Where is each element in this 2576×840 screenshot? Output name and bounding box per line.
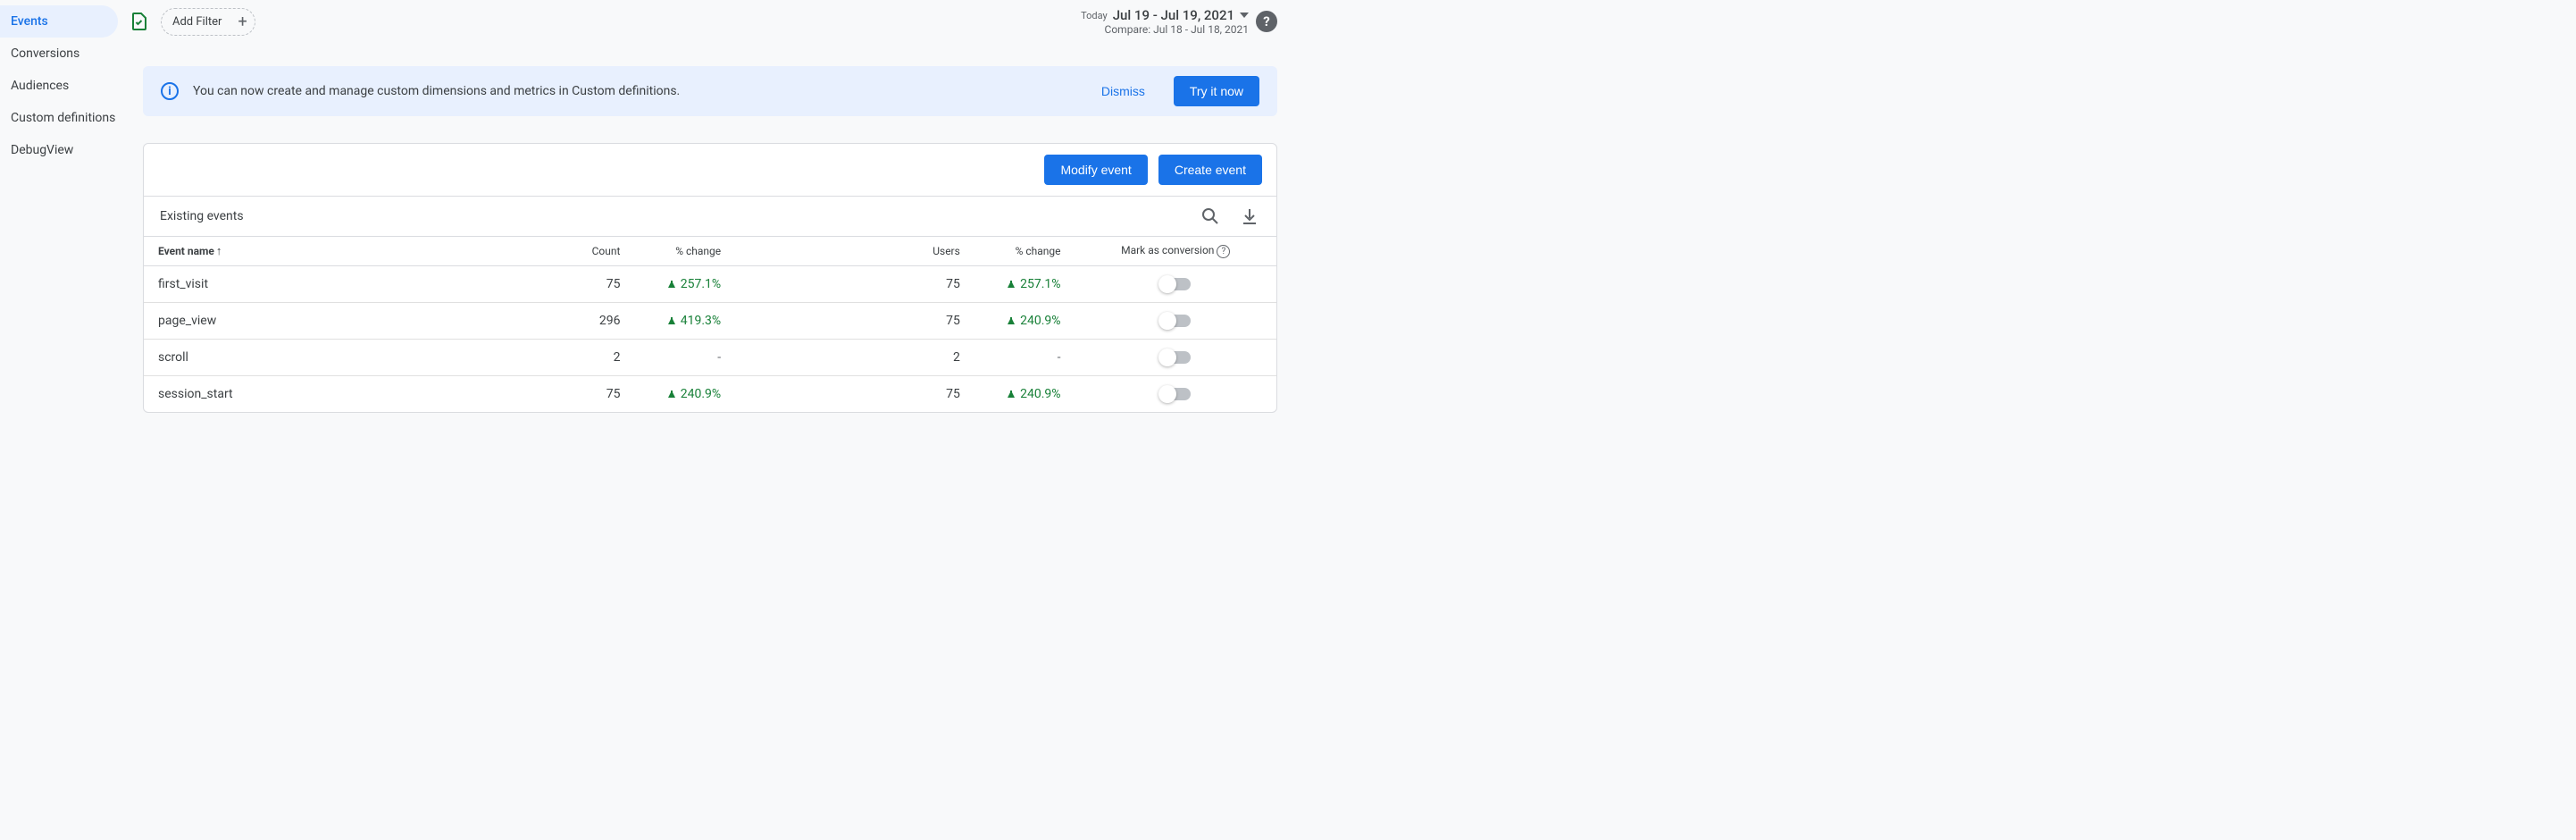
arrow-up-icon: [1008, 281, 1015, 288]
arrow-up-icon: [1008, 391, 1015, 398]
cell-users: 2: [886, 340, 974, 376]
create-event-button[interactable]: Create event: [1158, 155, 1262, 185]
banner-text: You can now create and manage custom dim…: [193, 84, 680, 98]
download-icon[interactable]: [1239, 206, 1260, 227]
add-filter-label: Add Filter: [172, 15, 222, 29]
cell-event-name: session_start: [144, 376, 547, 413]
conversion-toggle[interactable]: [1160, 278, 1191, 290]
add-filter-button[interactable]: Add Filter +: [161, 8, 255, 36]
cell-users: 75: [886, 303, 974, 340]
change-up: 240.9%: [1008, 314, 1060, 328]
report-check-icon[interactable]: [129, 11, 150, 32]
sidebar-item-events[interactable]: Events: [0, 5, 118, 38]
topbar: Add Filter + Today Jul 19 - Jul 19, 2021…: [125, 0, 1288, 43]
info-banner: i You can now create and manage custom d…: [143, 66, 1277, 116]
change-dash: -: [717, 350, 721, 365]
table-body: first_visit75257.1%75257.1%page_view2964…: [144, 266, 1276, 413]
cell-count: 296: [547, 303, 635, 340]
cell-event-name: scroll: [144, 340, 547, 376]
cell-users-change: 257.1%: [974, 266, 1075, 303]
sidebar-item-conversions[interactable]: Conversions: [0, 38, 118, 70]
date-range-label: Jul 19 - Jul 19, 2021: [1113, 7, 1234, 23]
arrow-up-icon: [1008, 317, 1015, 324]
conversion-toggle[interactable]: [1160, 315, 1191, 327]
col-users-change[interactable]: % change: [974, 237, 1075, 266]
arrow-up-icon: [668, 317, 675, 324]
col-mark-conversion: Mark as conversion?: [1075, 237, 1276, 266]
col-users[interactable]: Users: [886, 237, 974, 266]
change-up: 240.9%: [668, 387, 721, 401]
card-subheader: Existing events: [144, 197, 1276, 237]
table-row[interactable]: first_visit75257.1%75257.1%: [144, 266, 1276, 303]
cell-event-name: first_visit: [144, 266, 547, 303]
sidebar-item-custom-definitions[interactable]: Custom definitions: [0, 102, 118, 134]
cell-event-name: page_view: [144, 303, 547, 340]
try-it-now-button[interactable]: Try it now: [1174, 76, 1259, 106]
cell-users-change: -: [974, 340, 1075, 376]
cell-conversion-toggle: [1075, 340, 1276, 376]
change-dash: -: [1058, 350, 1061, 365]
cell-users: 75: [886, 266, 974, 303]
search-icon[interactable]: [1200, 206, 1221, 227]
arrow-up-icon: [668, 281, 675, 288]
change-up: 257.1%: [668, 277, 721, 291]
help-icon[interactable]: ?: [1256, 11, 1277, 32]
conversion-toggle[interactable]: [1160, 351, 1191, 364]
arrow-up-icon: [668, 391, 675, 398]
today-label: Today: [1081, 10, 1108, 21]
card-actions: Modify event Create event: [144, 144, 1276, 197]
change-up: 240.9%: [1008, 387, 1060, 401]
compare-label: Compare: Jul 18 - Jul 18, 2021: [1081, 23, 1249, 36]
date-picker[interactable]: Today Jul 19 - Jul 19, 2021 Compare: Jul…: [1081, 7, 1249, 36]
cell-count-change: 419.3%: [634, 303, 735, 340]
dismiss-button[interactable]: Dismiss: [1087, 77, 1159, 105]
cell-users-change: 240.9%: [974, 376, 1075, 413]
sidebar-item-debugview[interactable]: DebugView: [0, 134, 118, 166]
modify-event-button[interactable]: Modify event: [1044, 155, 1147, 185]
sidebar-item-audiences[interactable]: Audiences: [0, 70, 118, 102]
events-table: Event name↑ Count % change Users % chang…: [144, 237, 1276, 412]
cell-count-change: 240.9%: [634, 376, 735, 413]
caret-down-icon: [1240, 13, 1249, 18]
card-section-title: Existing events: [160, 209, 244, 223]
plus-icon: +: [238, 13, 247, 31]
col-count[interactable]: Count: [547, 237, 635, 266]
cell-count: 75: [547, 266, 635, 303]
cell-count: 75: [547, 376, 635, 413]
cell-count-change: -: [634, 340, 735, 376]
change-up: 257.1%: [1008, 277, 1060, 291]
table-row[interactable]: page_view296 419.3% 75 240.9%: [144, 303, 1276, 340]
sort-asc-icon: ↑: [216, 245, 222, 258]
col-event-name[interactable]: Event name↑: [144, 237, 547, 266]
info-icon: i: [161, 82, 179, 100]
cell-conversion-toggle: [1075, 303, 1276, 340]
help-mini-icon[interactable]: ?: [1217, 245, 1230, 258]
cell-users: 75: [886, 376, 974, 413]
cell-conversion-toggle: [1075, 376, 1276, 413]
col-count-change[interactable]: % change: [634, 237, 735, 266]
cell-count: 2: [547, 340, 635, 376]
cell-count-change: 257.1%: [634, 266, 735, 303]
table-row[interactable]: session_start75240.9%75240.9%: [144, 376, 1276, 413]
cell-conversion-toggle: [1075, 266, 1276, 303]
conversion-toggle[interactable]: [1160, 388, 1191, 400]
change-up: 419.3%: [668, 314, 721, 328]
cell-users-change: 240.9%: [974, 303, 1075, 340]
events-card: Modify event Create event Existing event…: [143, 143, 1277, 413]
sidebar: Events Conversions Audiences Custom defi…: [0, 0, 118, 166]
table-row[interactable]: scroll2-2-: [144, 340, 1276, 376]
